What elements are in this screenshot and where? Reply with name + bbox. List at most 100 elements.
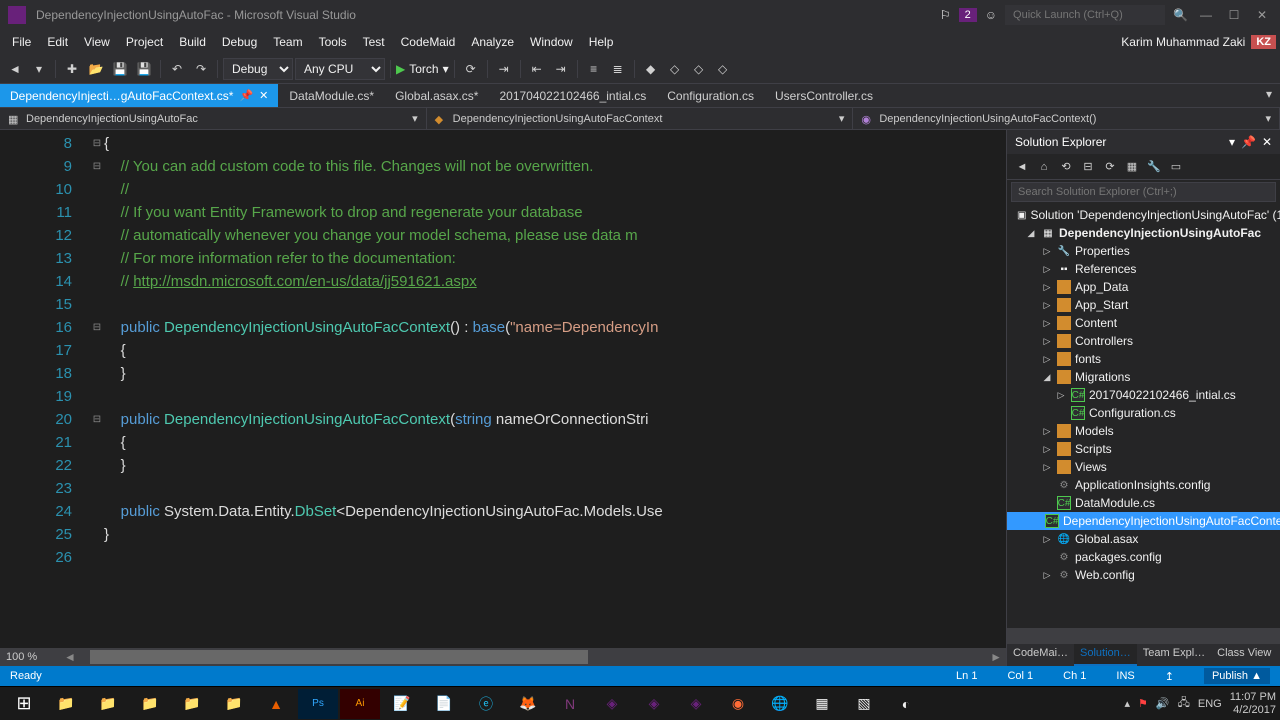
app-icon-2[interactable]: ▧: [844, 689, 884, 719]
ie-icon[interactable]: ⓔ: [466, 689, 506, 719]
save-button[interactable]: 💾: [109, 58, 131, 80]
platform-select[interactable]: Any CPU: [295, 58, 385, 80]
tree-node[interactable]: ▷Scripts: [1007, 440, 1280, 458]
tree-node[interactable]: ▷C#201704022102466_intial.cs: [1007, 386, 1280, 404]
chrome-icon[interactable]: 🌐: [760, 689, 800, 719]
close-button[interactable]: ✕: [1252, 5, 1272, 25]
menu-test[interactable]: Test: [355, 32, 393, 52]
solution-tree[interactable]: ▣Solution 'DependencyInjectionUsingAutoF…: [1007, 204, 1280, 628]
system-tray[interactable]: ▴ ⚑ 🔊 🖧 ENG 11:07 PM 4/2/2017: [1125, 691, 1277, 715]
side-tab[interactable]: Class View: [1211, 644, 1277, 666]
side-tab[interactable]: Solution…: [1074, 644, 1137, 666]
clear-bookmark-button[interactable]: ◇: [712, 58, 734, 80]
tree-node[interactable]: ▷🔧Properties: [1007, 242, 1280, 260]
menu-build[interactable]: Build: [171, 32, 214, 52]
menu-codemaid[interactable]: CodeMaid: [393, 32, 464, 52]
tree-node[interactable]: ▷App_Data: [1007, 278, 1280, 296]
expand-icon[interactable]: ▷: [1041, 336, 1053, 347]
solution-search-input[interactable]: [1011, 182, 1276, 202]
menu-file[interactable]: File: [4, 32, 39, 52]
tray-security-icon[interactable]: ⚑: [1138, 697, 1148, 710]
tray-lang[interactable]: ENG: [1198, 698, 1222, 710]
tree-node[interactable]: ⚙packages.config: [1007, 548, 1280, 566]
expand-icon[interactable]: ▷: [1041, 462, 1053, 473]
menu-team[interactable]: Team: [265, 32, 310, 52]
tray-volume-icon[interactable]: 🔊: [1156, 697, 1170, 710]
editor-tab[interactable]: Global.asax.cs*: [385, 84, 489, 107]
menu-window[interactable]: Window: [522, 32, 581, 52]
indent-button[interactable]: ⇤: [526, 58, 548, 80]
editor-tab[interactable]: 201704022102466_intial.cs: [489, 84, 657, 107]
notepadpp-icon[interactable]: 📄: [424, 689, 464, 719]
menu-view[interactable]: View: [76, 32, 118, 52]
tray-network-icon[interactable]: 🖧: [1178, 694, 1190, 713]
start-button[interactable]: ⊞: [4, 689, 44, 719]
notification-badge[interactable]: 2: [959, 8, 977, 22]
sync-icon[interactable]: ⟲: [1057, 158, 1075, 176]
vlc-icon[interactable]: ▲: [256, 689, 296, 719]
editor-tab[interactable]: Configuration.cs: [657, 84, 765, 107]
tree-node[interactable]: ▷Controllers: [1007, 332, 1280, 350]
outdent-button[interactable]: ⇥: [550, 58, 572, 80]
close-icon[interactable]: ✕: [1262, 135, 1272, 149]
signed-in-user[interactable]: Karim Muhammad Zaki: [1121, 35, 1245, 49]
expand-icon[interactable]: ▷: [1041, 264, 1053, 275]
minimize-button[interactable]: —: [1196, 5, 1216, 25]
collapse-icon[interactable]: ⊟: [1079, 158, 1097, 176]
menu-analyze[interactable]: Analyze: [463, 32, 522, 52]
maximize-button[interactable]: ☐: [1224, 5, 1244, 25]
expand-icon[interactable]: ▷: [1041, 426, 1053, 437]
browser-link-button[interactable]: ⟳: [460, 58, 482, 80]
dropdown-icon[interactable]: ▾: [1229, 135, 1235, 149]
undo-button[interactable]: ↶: [166, 58, 188, 80]
hscroll-thumb[interactable]: [90, 650, 588, 664]
tree-node[interactable]: ◢Migrations: [1007, 368, 1280, 386]
pin-icon[interactable]: 📌: [1241, 135, 1256, 149]
editor-hscroll[interactable]: 100 % ◄ ►: [0, 648, 1006, 666]
app-icon-3[interactable]: ◐: [886, 689, 926, 719]
tree-node[interactable]: C#Configuration.cs: [1007, 404, 1280, 422]
explorer-icon[interactable]: 📁: [46, 689, 86, 719]
menu-edit[interactable]: Edit: [39, 32, 76, 52]
editor-tab[interactable]: UsersController.cs: [765, 84, 884, 107]
flag-icon[interactable]: ⚐: [940, 8, 951, 22]
back-icon[interactable]: ◄: [1013, 158, 1031, 176]
menu-project[interactable]: Project: [118, 32, 171, 52]
quick-launch-input[interactable]: [1005, 5, 1165, 25]
bookmark-button[interactable]: ◆: [640, 58, 662, 80]
editor-tab[interactable]: DependencyInjecti…gAutoFacContext.cs*📌✕: [0, 84, 279, 107]
tree-node[interactable]: ▷🌐Global.asax: [1007, 530, 1280, 548]
code-editor[interactable]: 891011121314151617181920212223242526 ⊟⊟⊟…: [0, 130, 1006, 648]
tree-node[interactable]: C#DependencyInjectionUsingAutoFacContext…: [1007, 512, 1280, 530]
fold-gutter[interactable]: ⊟⊟⊟⊟: [90, 130, 104, 648]
expand-icon[interactable]: ◢: [1041, 372, 1053, 383]
menu-tools[interactable]: Tools: [311, 32, 355, 52]
tree-node[interactable]: C#DataModule.cs: [1007, 494, 1280, 512]
preview-icon[interactable]: ▭: [1167, 158, 1185, 176]
postman-icon[interactable]: ◉: [718, 689, 758, 719]
tray-up-icon[interactable]: ▴: [1125, 697, 1131, 710]
notepad-icon[interactable]: 📝: [382, 689, 422, 719]
side-tab[interactable]: Team Expl…: [1137, 644, 1211, 666]
tree-node[interactable]: ▷App_Start: [1007, 296, 1280, 314]
tab-overflow-icon[interactable]: ▾: [1258, 84, 1280, 107]
config-select[interactable]: Debug: [223, 58, 293, 80]
vs-icon-1[interactable]: ◈: [592, 689, 632, 719]
search-icon[interactable]: 🔍: [1173, 8, 1188, 22]
illustrator-icon[interactable]: Ai: [340, 689, 380, 719]
zoom-level[interactable]: 100 %: [0, 651, 60, 663]
tree-node[interactable]: ▷Models: [1007, 422, 1280, 440]
explorer-icon-4[interactable]: 📁: [172, 689, 212, 719]
open-button[interactable]: 📂: [85, 58, 107, 80]
code-area[interactable]: { // You can add custom code to this fil…: [104, 130, 1006, 648]
back-button[interactable]: ◄: [4, 58, 26, 80]
taskbar-clock[interactable]: 11:07 PM 4/2/2017: [1230, 691, 1276, 715]
step-button[interactable]: ⇥: [493, 58, 515, 80]
explorer-icon-3[interactable]: 📁: [130, 689, 170, 719]
explorer-icon-2[interactable]: 📁: [88, 689, 128, 719]
next-bookmark-button[interactable]: ◇: [688, 58, 710, 80]
home-icon[interactable]: ⌂: [1035, 158, 1053, 176]
expand-icon[interactable]: ▷: [1041, 444, 1053, 455]
show-all-icon[interactable]: ▦: [1123, 158, 1141, 176]
solution-hscroll[interactable]: [1007, 628, 1280, 644]
